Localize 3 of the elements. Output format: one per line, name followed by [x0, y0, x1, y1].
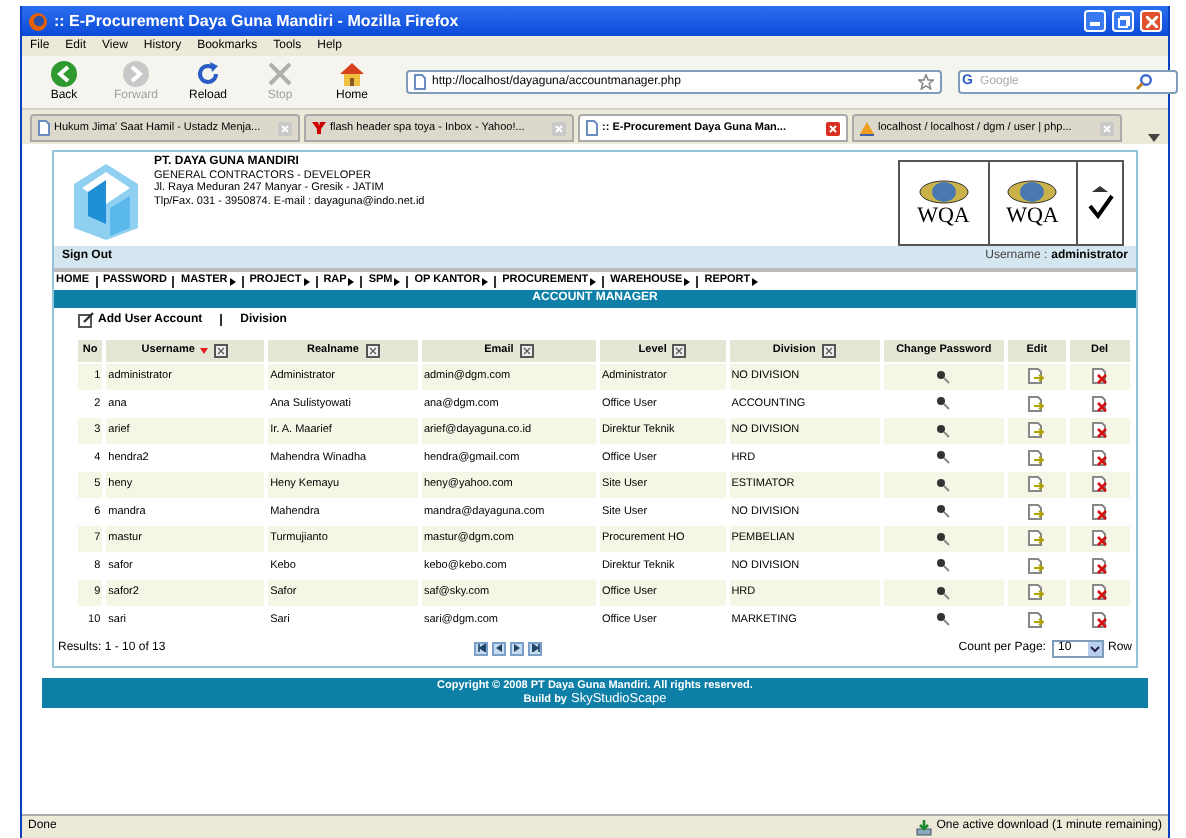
certification-mark: WQA	[1006, 203, 1059, 227]
window-title: :: E-Procurement Daya Guna Mandiri - Mozilla Firefox	[54, 9, 461, 33]
certification-mark: WQA	[917, 203, 970, 227]
